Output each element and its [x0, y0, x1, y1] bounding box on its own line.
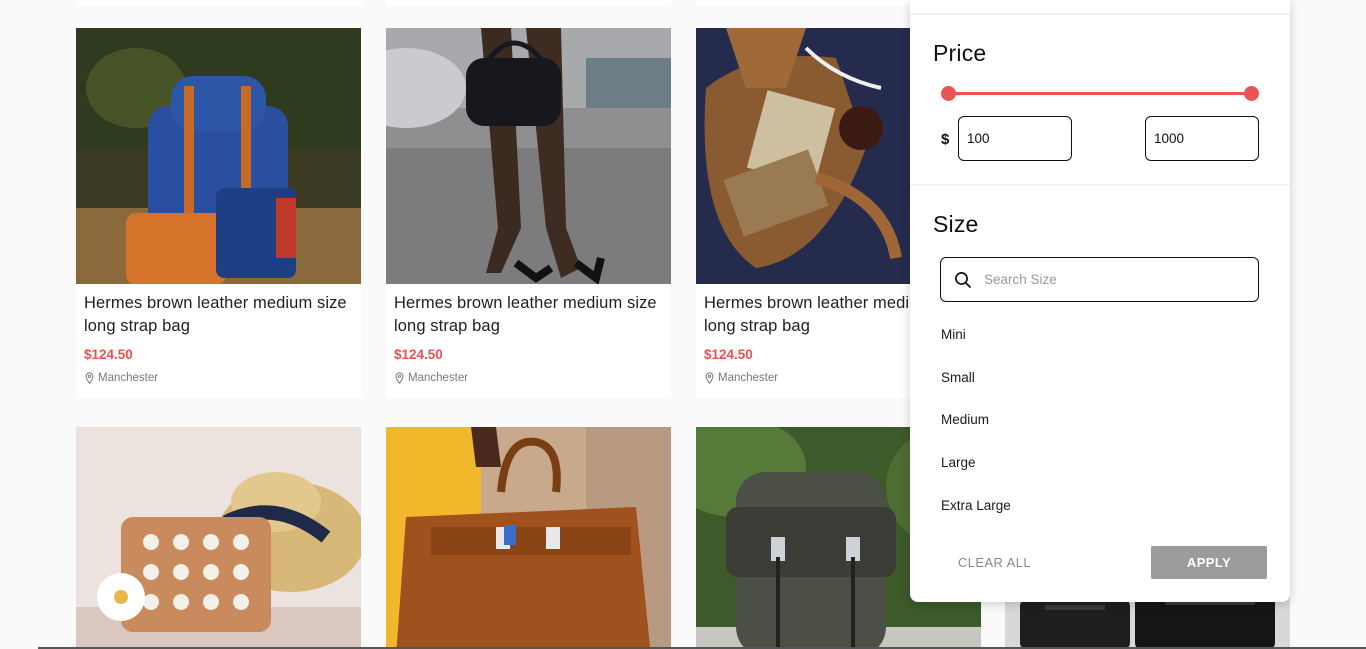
product-image-suede-bag[interactable]	[386, 427, 671, 649]
location-pin-icon	[705, 372, 714, 384]
size-search-input[interactable]	[984, 272, 1234, 287]
price-max-handle[interactable]	[1244, 86, 1259, 101]
product-title-line2: long strap bag	[704, 317, 810, 335]
product-location-text: Manchester	[98, 372, 159, 384]
clear-all-button[interactable]: CLEAR ALL	[958, 555, 1031, 570]
product-image-backpack[interactable]	[76, 28, 361, 284]
location-pin-icon	[395, 372, 404, 384]
apply-button[interactable]: APPLY	[1151, 546, 1267, 579]
filter-panel: Price $ Size Mini Small Medium Large Ext…	[910, 0, 1290, 602]
size-option-large[interactable]: Large	[941, 455, 976, 470]
product-card[interactable]: Hermes brown leather medi long strap bag…	[696, 28, 910, 398]
product-price: $124.50	[84, 347, 133, 362]
product-price: $124.50	[394, 347, 443, 362]
size-option-extra-large[interactable]: Extra Large	[941, 498, 1011, 513]
card-top-edge	[696, 0, 910, 6]
search-icon	[955, 271, 971, 288]
size-option-mini[interactable]: Mini	[941, 327, 966, 342]
product-image-leather-bag[interactable]	[696, 28, 910, 284]
product-image-handbag[interactable]	[386, 28, 671, 284]
product-title[interactable]: Hermes brown leather medium size long st…	[84, 292, 353, 338]
card-top-edge	[76, 0, 361, 6]
location-pin-icon	[85, 372, 94, 384]
product-card[interactable]	[386, 427, 671, 649]
divider	[910, 184, 1290, 186]
product-location: Manchester	[394, 372, 663, 384]
product-title[interactable]: Hermes brown leather medium size long st…	[394, 292, 663, 338]
price-max-input[interactable]	[1145, 116, 1259, 161]
price-heading: Price	[933, 40, 987, 66]
product-card[interactable]	[76, 427, 361, 649]
price-min-handle[interactable]	[941, 86, 956, 101]
currency-symbol: $	[941, 131, 950, 148]
price-min-input[interactable]	[958, 116, 1072, 161]
product-price: $124.50	[704, 347, 753, 362]
divider	[910, 13, 1290, 15]
size-option-medium[interactable]: Medium	[941, 412, 989, 427]
product-title-line1: Hermes brown leather medi	[704, 294, 910, 312]
product-location: Manchester	[704, 372, 902, 384]
product-location-text: Manchester	[718, 372, 779, 384]
card-top-edge	[386, 0, 671, 6]
product-card[interactable]: Hermes brown leather medium size long st…	[386, 28, 671, 398]
price-range-track[interactable]	[948, 92, 1251, 95]
size-option-small[interactable]: Small	[941, 370, 975, 385]
product-location-text: Manchester	[408, 372, 469, 384]
product-card[interactable]: Hermes brown leather medium size long st…	[76, 28, 361, 398]
size-search-box[interactable]	[940, 257, 1259, 302]
product-location: Manchester	[84, 372, 353, 384]
product-image-flower-bag[interactable]	[76, 427, 361, 649]
size-heading: Size	[933, 211, 979, 237]
product-title[interactable]: Hermes brown leather medi long strap bag	[704, 292, 910, 338]
